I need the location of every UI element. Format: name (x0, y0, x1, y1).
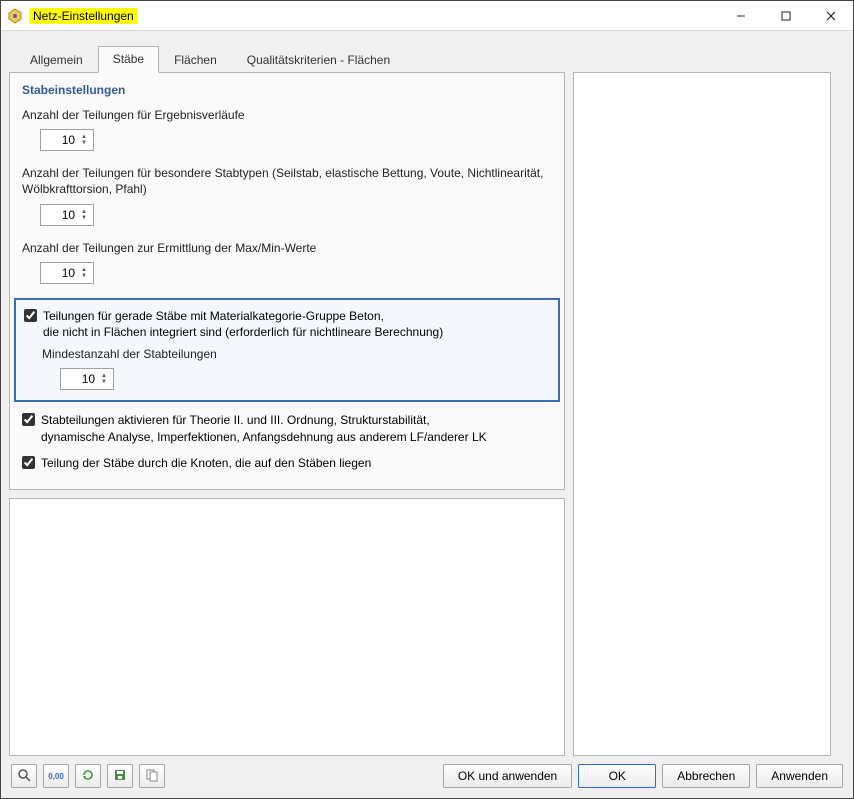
refresh-button[interactable] (75, 764, 101, 788)
floppy-icon (113, 768, 127, 785)
tab-bar: Allgemein Stäbe Flächen Qualitätskriteri… (9, 39, 845, 72)
maximize-button[interactable] (763, 1, 808, 31)
spinner-arrows-icon[interactable]: ▲▼ (81, 134, 87, 146)
spinner-teilungen-ergebnis[interactable]: 10 ▲▼ (40, 129, 94, 151)
spinner-arrows-icon[interactable]: ▲▼ (81, 209, 87, 221)
spinner-value: 10 (41, 266, 81, 280)
tab-allgemein[interactable]: Allgemein (15, 47, 98, 73)
minimize-button[interactable] (718, 1, 763, 31)
highlighted-option-box: Teilungen für gerade Stäbe mit Materialk… (14, 298, 560, 403)
checkbox-teilungen-theorie[interactable] (22, 413, 35, 426)
label-teilungen-stabtypen: Anzahl der Teilungen für besondere Stabt… (22, 165, 552, 197)
footer-bar: 0,00 OK und anwenden OK Abbrechen Anwend… (9, 756, 845, 790)
ok-and-apply-button[interactable]: OK und anwenden (443, 764, 572, 788)
app-icon (7, 8, 23, 24)
close-button[interactable] (808, 1, 853, 31)
side-panel (573, 72, 831, 756)
apply-button[interactable]: Anwenden (756, 764, 843, 788)
spinner-arrows-icon[interactable]: ▲▼ (101, 373, 107, 385)
title-bar: Netz-Einstellungen (1, 1, 853, 31)
save-settings-button[interactable] (107, 764, 133, 788)
ok-button[interactable]: OK (578, 764, 656, 788)
label-teilungen-theorie: Stabteilungen aktivieren für Theorie II.… (41, 412, 487, 444)
spinner-value: 10 (41, 208, 81, 222)
spinner-arrows-icon[interactable]: ▲▼ (81, 267, 87, 279)
spinner-mindestanzahl[interactable]: 10 ▲▼ (60, 368, 114, 390)
lower-empty-panel (9, 498, 565, 756)
spinner-teilungen-maxmin[interactable]: 10 ▲▼ (40, 262, 94, 284)
copy-settings-button[interactable] (139, 764, 165, 788)
tab-flaechen[interactable]: Flächen (159, 47, 232, 73)
side-empty-panel (573, 72, 831, 756)
main-panel: Stabeinstellungen Anzahl der Teilungen f… (9, 72, 565, 756)
checkbox-teilung-knoten[interactable] (22, 456, 35, 469)
label-mindestanzahl: Mindestanzahl der Stabteilungen (42, 346, 550, 362)
help-button[interactable] (11, 764, 37, 788)
stabeinstellungen-section: Stabeinstellungen Anzahl der Teilungen f… (9, 72, 565, 490)
label-teilungen-maxmin: Anzahl der Teilungen zur Ermittlung der … (22, 240, 552, 256)
tab-staebe[interactable]: Stäbe (98, 46, 159, 73)
label-teilungen-beton: Teilungen für gerade Stäbe mit Materialk… (43, 308, 443, 340)
label-teilung-knoten: Teilung der Stäbe durch die Knoten, die … (41, 455, 371, 471)
window-title: Netz-Einstellungen (29, 8, 138, 24)
client-area: Allgemein Stäbe Flächen Qualitätskriteri… (1, 31, 853, 798)
tab-qualitaetskriterien[interactable]: Qualitätskriterien - Flächen (232, 47, 405, 73)
cancel-button[interactable]: Abbrechen (662, 764, 750, 788)
section-title: Stabeinstellungen (22, 83, 552, 97)
spinner-value: 10 (41, 133, 81, 147)
units-icon: 0,00 (48, 772, 64, 781)
label-teilungen-ergebnis: Anzahl der Teilungen für Ergebnisverläuf… (22, 107, 552, 123)
spinner-value: 10 (61, 372, 101, 386)
refresh-icon (81, 768, 95, 785)
copy-icon (145, 768, 159, 785)
spinner-teilungen-stabtypen[interactable]: 10 ▲▼ (40, 204, 94, 226)
checkbox-teilungen-beton[interactable] (24, 309, 37, 322)
units-button[interactable]: 0,00 (43, 764, 69, 788)
magnifier-icon (17, 768, 31, 785)
